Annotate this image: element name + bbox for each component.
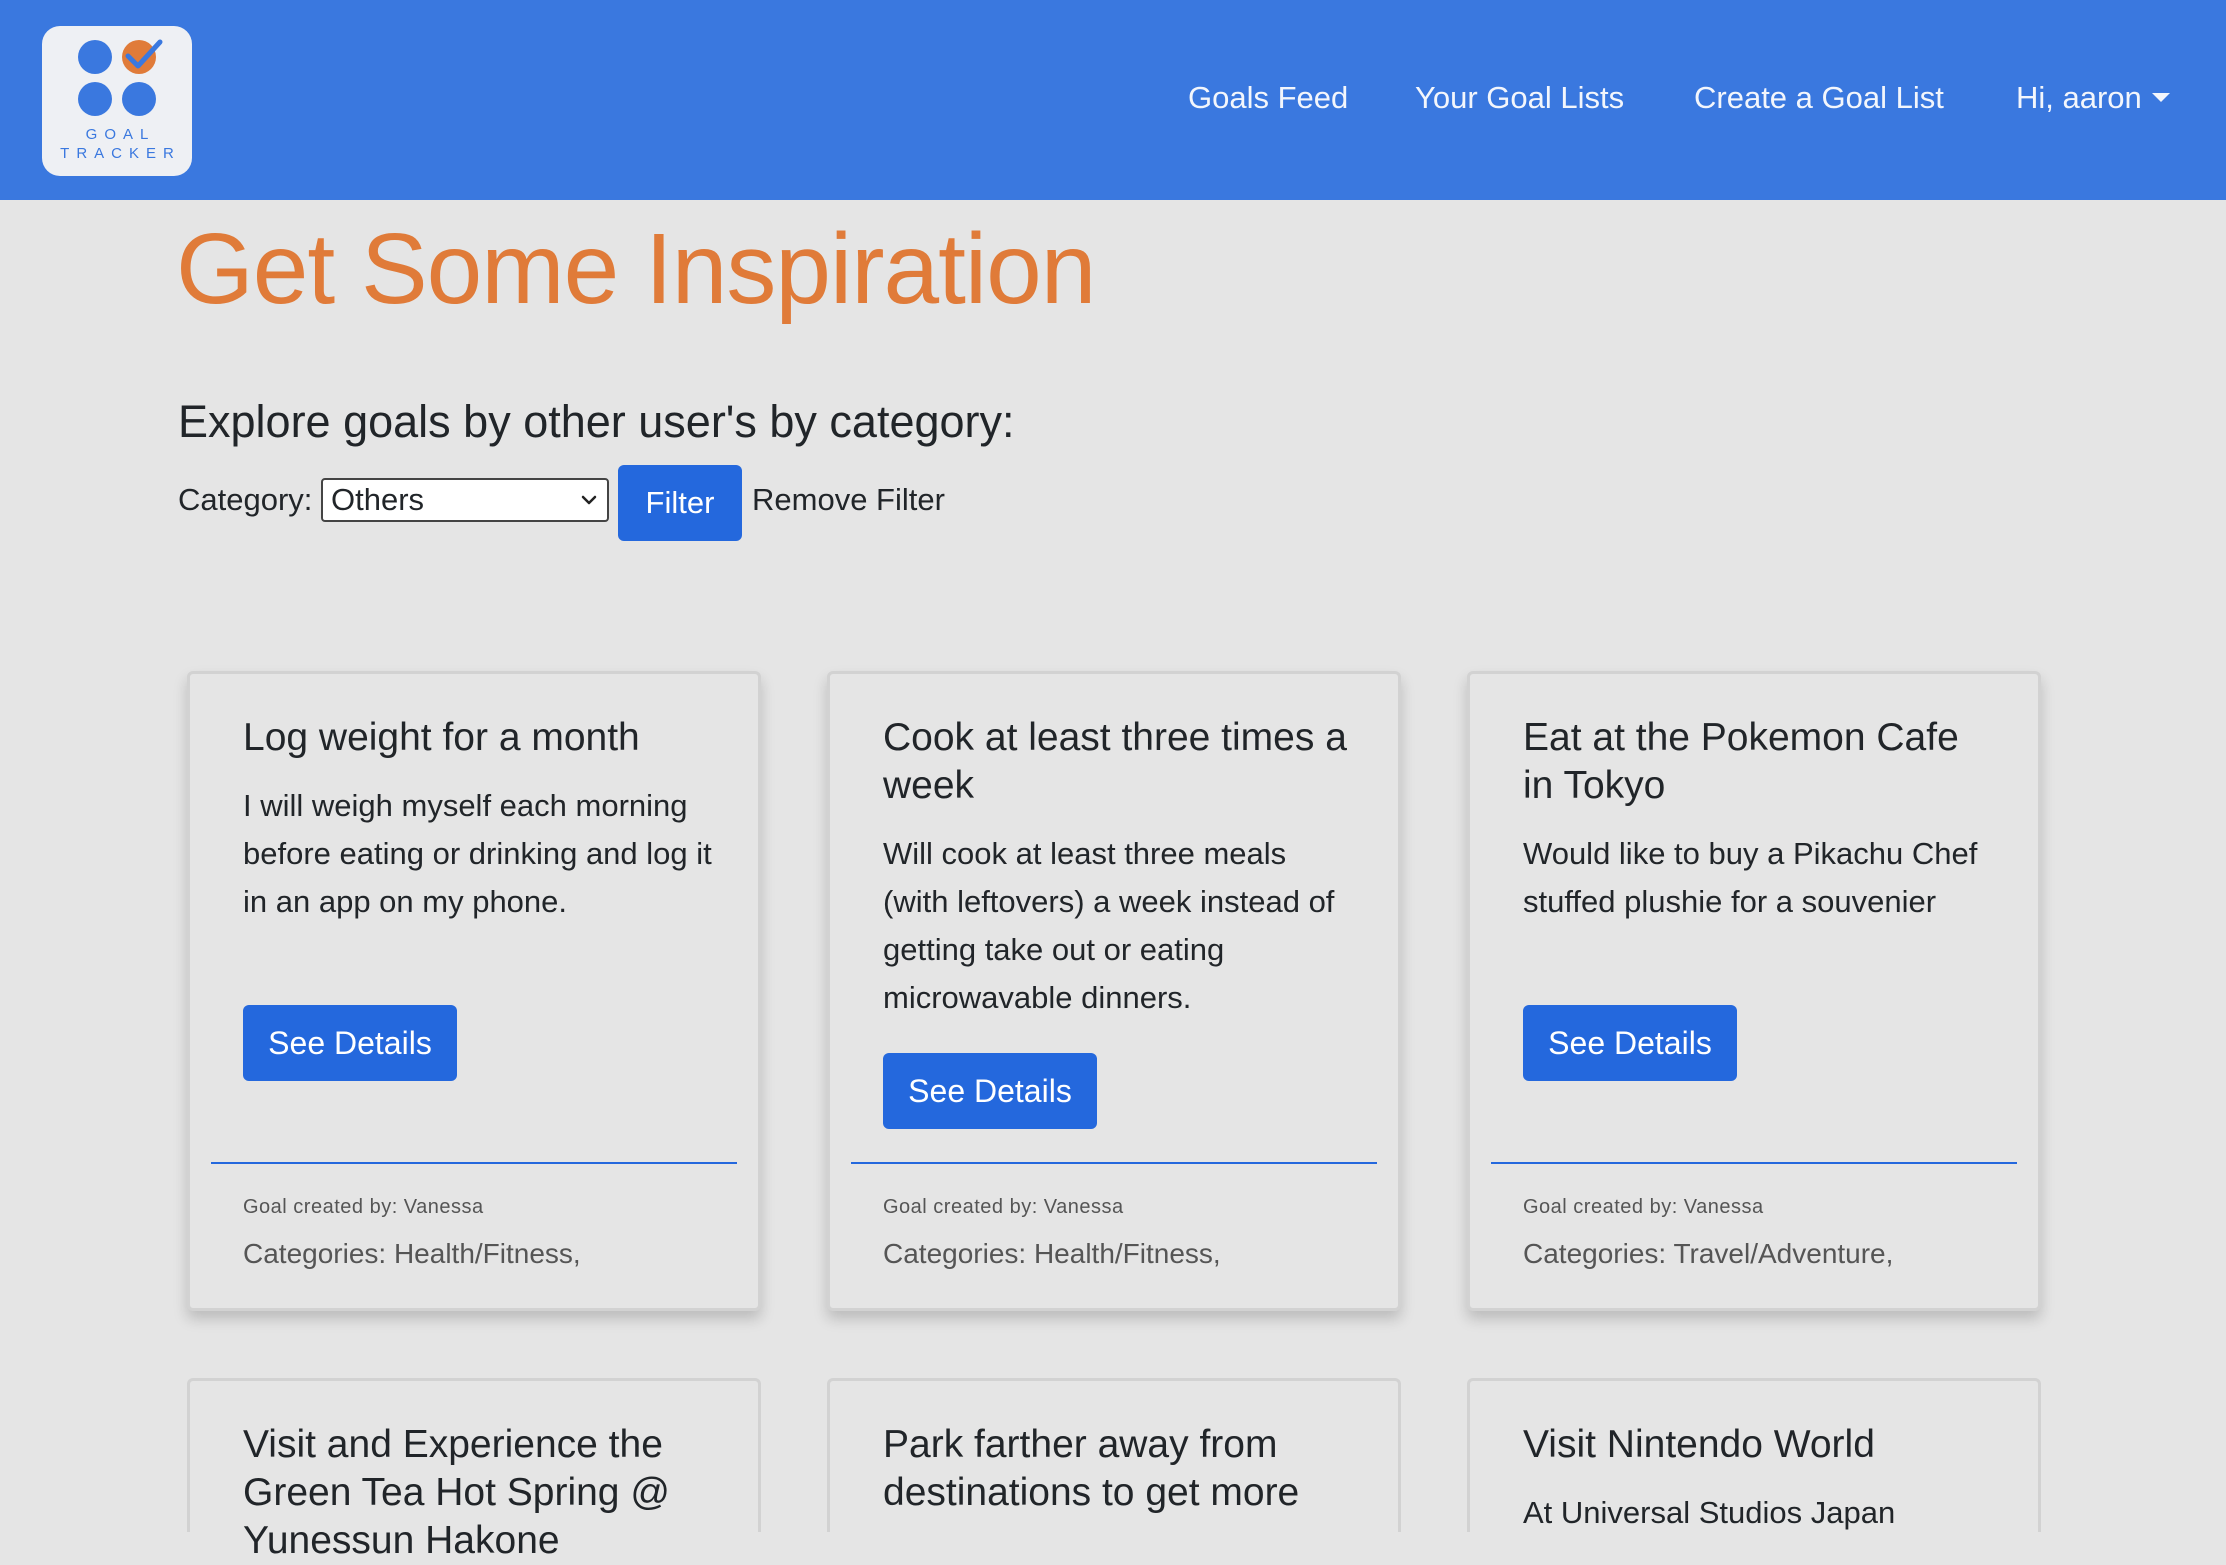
goal-categories: Categories: Health/Fitness, (243, 1238, 581, 1269)
logo-text-line2: TRACKER (60, 145, 181, 162)
goal-card: Visit Nintendo World At Universal Studio… (1467, 1378, 2041, 1532)
remove-filter-link[interactable]: Remove Filter (752, 482, 945, 518)
goal-description: Would like to buy a Pikachu Chef stuffed… (1523, 836, 1978, 919)
nav-links: Goals Feed Your Goal Lists Create a Goal… (0, 80, 2226, 130)
goal-title: Log weight for a month (243, 716, 640, 759)
goal-card: Park farther away from destinations to g… (827, 1378, 1401, 1532)
goal-description: At Universal Studios Japan (1523, 1495, 1896, 1530)
goal-categories: Categories: Travel/Adventure, (1523, 1238, 1894, 1269)
nav-your-goal-lists[interactable]: Your Goal Lists (1415, 80, 1624, 116)
explore-heading: Explore goals by other user's by categor… (178, 396, 1015, 447)
caret-down-icon (2151, 93, 2170, 102)
goal-creator: Goal created by: Vanessa (1523, 1196, 1764, 1218)
goal-card: Eat at the Pokemon Cafe in Tokyo Would l… (1467, 671, 2041, 1311)
checkmark-icon (125, 39, 163, 69)
logo-dot-icon (78, 40, 112, 74)
see-details-button[interactable]: See Details (243, 1005, 457, 1081)
goal-title: Visit Nintendo World (1523, 1423, 1875, 1466)
nav-create-goal-list[interactable]: Create a Goal List (1694, 80, 1944, 116)
goal-description: I will weigh myself each morning before … (243, 788, 712, 919)
goal-creator: Goal created by: Vanessa (883, 1196, 1124, 1218)
goal-title: Park farther away from destinations to g… (883, 1423, 1300, 1514)
goal-title: Eat at the Pokemon Cafe in Tokyo (1523, 716, 1959, 807)
goal-creator: Goal created by: Vanessa (243, 1196, 484, 1218)
goal-card: Cook at least three times a week Will co… (827, 671, 1401, 1311)
user-greeting: Hi, aaron (2016, 80, 2142, 115)
category-select[interactable]: Others (321, 478, 609, 522)
category-label: Category: (178, 482, 313, 517)
filter-button[interactable]: Filter (618, 465, 742, 541)
see-details-button[interactable]: See Details (883, 1053, 1097, 1129)
card-divider (851, 1162, 1377, 1164)
card-divider (211, 1162, 737, 1164)
page-title: Get Some Inspiration (176, 213, 1096, 325)
goal-card: Visit and Experience the Green Tea Hot S… (187, 1378, 761, 1562)
goal-card: Log weight for a month I will weigh myse… (187, 671, 761, 1311)
nav-goals-feed[interactable]: Goals Feed (1188, 80, 1348, 116)
card-divider (1491, 1162, 2017, 1164)
goal-description: Will cook at least three meals (with lef… (883, 836, 1335, 1015)
goal-title: Visit and Experience the Green Tea Hot S… (243, 1423, 670, 1562)
see-details-button[interactable]: See Details (1523, 1005, 1737, 1081)
goal-categories: Categories: Health/Fitness, (883, 1238, 1221, 1269)
category-filter-form: Category: Others Filter Remove Filter (178, 465, 1178, 545)
category-selected-value: Others (331, 482, 425, 517)
chevron-down-icon (581, 495, 597, 505)
goal-title: Cook at least three times a week (883, 716, 1347, 807)
user-menu-dropdown[interactable]: Hi, aaron (2016, 80, 2170, 116)
top-navbar: GOAL TRACKER Goals Feed Your Goal Lists … (0, 0, 2226, 200)
